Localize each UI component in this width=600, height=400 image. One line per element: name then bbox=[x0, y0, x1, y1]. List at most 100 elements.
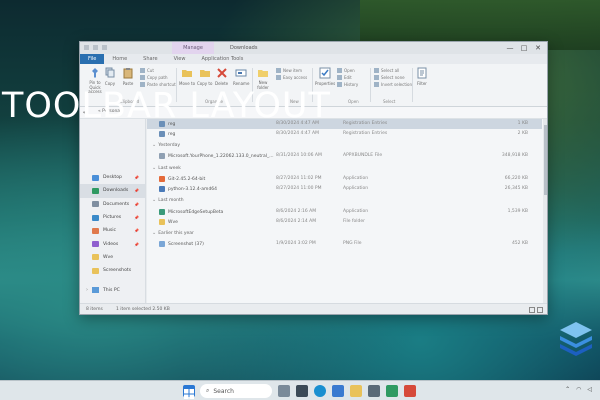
ribbon-divider bbox=[370, 68, 371, 102]
open-button[interactable]: Open bbox=[337, 68, 355, 73]
group-header-yesterday[interactable]: Yesterday bbox=[152, 142, 180, 148]
close-button[interactable]: ✕ bbox=[531, 43, 545, 53]
minimize-button[interactable]: — bbox=[503, 43, 517, 53]
ribbon-tabs: File Home Share View Application Tools bbox=[80, 54, 547, 64]
computer-icon bbox=[92, 287, 99, 293]
sidebar-item-music[interactable]: Music 📌 bbox=[80, 224, 145, 237]
rename-button[interactable]: Rename bbox=[233, 67, 249, 86]
pin-icon: 📌 bbox=[134, 215, 139, 221]
dropdown-icon[interactable] bbox=[102, 45, 107, 50]
layers-logo-icon bbox=[560, 322, 592, 356]
select-none-button[interactable]: Select none bbox=[374, 75, 405, 80]
widgets-icon[interactable] bbox=[296, 385, 308, 397]
filter-button[interactable]: Filter bbox=[416, 67, 428, 86]
app-icon[interactable] bbox=[404, 385, 416, 397]
file-row[interactable]: reg 8/30/2024 4:47 AM Registration Entri… bbox=[147, 129, 542, 139]
tab-view[interactable]: View bbox=[166, 54, 194, 64]
start-button[interactable] bbox=[183, 385, 195, 399]
scrollbar-thumb[interactable] bbox=[544, 125, 547, 195]
select-all-button[interactable]: Select all bbox=[374, 68, 399, 73]
file-explorer-window: Manage Downloads — □ ✕ File Home Share V… bbox=[79, 41, 548, 315]
vertical-scrollbar[interactable] bbox=[543, 119, 547, 304]
details-view-icon[interactable] bbox=[529, 307, 535, 313]
tab-home[interactable]: Home bbox=[104, 54, 135, 64]
edit-icon bbox=[337, 75, 342, 80]
group-header-last-week[interactable]: Last week bbox=[152, 165, 181, 171]
file-row[interactable]: Git-2.45.2-64-bit 8/27/2024 11:02 PM App… bbox=[147, 174, 542, 184]
wifi-icon[interactable]: ◠ bbox=[576, 386, 581, 393]
sidebar-item-this-pc[interactable]: › This PC bbox=[86, 287, 120, 293]
search-icon: ⌕ bbox=[206, 387, 210, 394]
taskbar: ⌕ Search ⌃ ◠ ◁ bbox=[0, 380, 600, 400]
sidebar-item-wve[interactable]: Wve bbox=[80, 251, 145, 264]
sidebar-item-desktop[interactable]: Desktop 📌 bbox=[80, 171, 145, 184]
edge-app-icon bbox=[159, 209, 165, 215]
file-row[interactable]: python-3.12.4-amd64 8/27/2024 11:00 PM A… bbox=[147, 184, 542, 194]
tab-application-tools[interactable]: Application Tools bbox=[193, 54, 251, 64]
paste-button[interactable]: Paste bbox=[122, 67, 134, 86]
pin-icon: 📌 bbox=[134, 188, 139, 194]
file-row[interactable]: MicrosoftEdgeSetupBeta 8/6/2024 2:16 AM … bbox=[147, 207, 542, 217]
group-header-last-month[interactable]: Last month bbox=[152, 197, 183, 203]
sidebar-item-screenshots[interactable]: Screenshots bbox=[80, 264, 145, 277]
windows-logo-icon bbox=[184, 389, 194, 399]
store-icon[interactable] bbox=[368, 385, 380, 397]
sidebar-item-downloads[interactable]: Downloads 📌 bbox=[80, 184, 145, 198]
history-icon bbox=[337, 82, 342, 87]
folder-icon bbox=[92, 267, 99, 274]
sidebar-item-pictures[interactable]: Pictures 📌 bbox=[80, 211, 145, 224]
pictures-icon bbox=[92, 214, 99, 221]
taskbar-search[interactable]: ⌕ Search bbox=[200, 384, 272, 398]
file-row[interactable]: Wve 8/6/2024 2:14 AM File folder bbox=[147, 217, 542, 227]
tab-manage[interactable]: Manage bbox=[172, 42, 214, 54]
move-to-button[interactable]: Move to bbox=[179, 67, 195, 86]
copy-folder-icon bbox=[199, 70, 210, 77]
navigation-pane: Desktop 📌 Downloads 📌 Documents 📌 Pictures 📌… bbox=[80, 119, 146, 304]
file-row[interactable]: Screenshot (37) 1/9/2024 3:02 PM PNG Fil… bbox=[147, 239, 542, 249]
status-bar: 8 items 1 item selected 2.50 KB bbox=[80, 303, 547, 314]
delete-button[interactable]: Delete bbox=[215, 67, 228, 86]
group-header-earlier-this-year[interactable]: Earlier this year bbox=[152, 230, 194, 236]
system-tray: ⌃ ◠ ◁ bbox=[565, 386, 592, 393]
tab-file[interactable]: File bbox=[80, 54, 105, 64]
documents-icon bbox=[92, 201, 99, 208]
edge-icon[interactable] bbox=[314, 385, 326, 397]
large-icons-view-icon[interactable] bbox=[537, 307, 543, 313]
easy-access-icon bbox=[276, 75, 281, 80]
overlay-title: TOOLBAR LAYOUT bbox=[2, 86, 331, 126]
delete-x-icon bbox=[216, 68, 227, 78]
invert-selection-icon bbox=[374, 82, 379, 87]
edit-button[interactable]: Edit bbox=[337, 75, 352, 80]
history-button[interactable]: History bbox=[337, 82, 358, 87]
copy-path-button[interactable]: Copy path bbox=[140, 75, 168, 80]
new-item-button[interactable]: New item bbox=[276, 68, 302, 73]
copy-path-icon bbox=[140, 75, 145, 80]
maximize-button[interactable]: □ bbox=[517, 43, 531, 53]
copy-button[interactable]: Copy bbox=[104, 67, 116, 86]
open-icon bbox=[337, 68, 342, 73]
pin-icon: 📌 bbox=[134, 228, 139, 234]
properties-button[interactable]: Properties bbox=[315, 67, 335, 86]
chevron-up-icon[interactable]: ⌃ bbox=[565, 386, 570, 393]
invert-selection-button[interactable]: Invert selection bbox=[374, 82, 412, 87]
app-icon[interactable] bbox=[386, 385, 398, 397]
cut-button[interactable]: Cut bbox=[140, 68, 154, 73]
sidebar-item-videos[interactable]: Videos 📌 bbox=[80, 237, 145, 250]
sidebar-item-documents[interactable]: Documents 📌 bbox=[80, 198, 145, 211]
pin-icon: 📌 bbox=[134, 241, 139, 247]
volume-icon[interactable]: ◁ bbox=[587, 386, 592, 393]
ribbon-divider bbox=[412, 68, 413, 102]
git-app-icon bbox=[159, 176, 165, 182]
save-icon[interactable] bbox=[84, 45, 89, 50]
select-none-icon bbox=[374, 75, 379, 80]
copy-to-button[interactable]: Copy to bbox=[197, 67, 212, 86]
file-explorer-icon[interactable] bbox=[350, 385, 362, 397]
mail-icon[interactable] bbox=[332, 385, 344, 397]
filter-icon bbox=[417, 67, 427, 79]
task-view-icon[interactable] bbox=[278, 385, 290, 397]
paste-icon bbox=[123, 68, 133, 79]
tab-share[interactable]: Share bbox=[135, 54, 165, 64]
easy-access-button[interactable]: Easy access bbox=[276, 75, 307, 80]
file-row[interactable]: Microsoft.YourPhone_1.22062.133.0_neutra… bbox=[147, 151, 542, 161]
undo-icon[interactable] bbox=[93, 45, 98, 50]
